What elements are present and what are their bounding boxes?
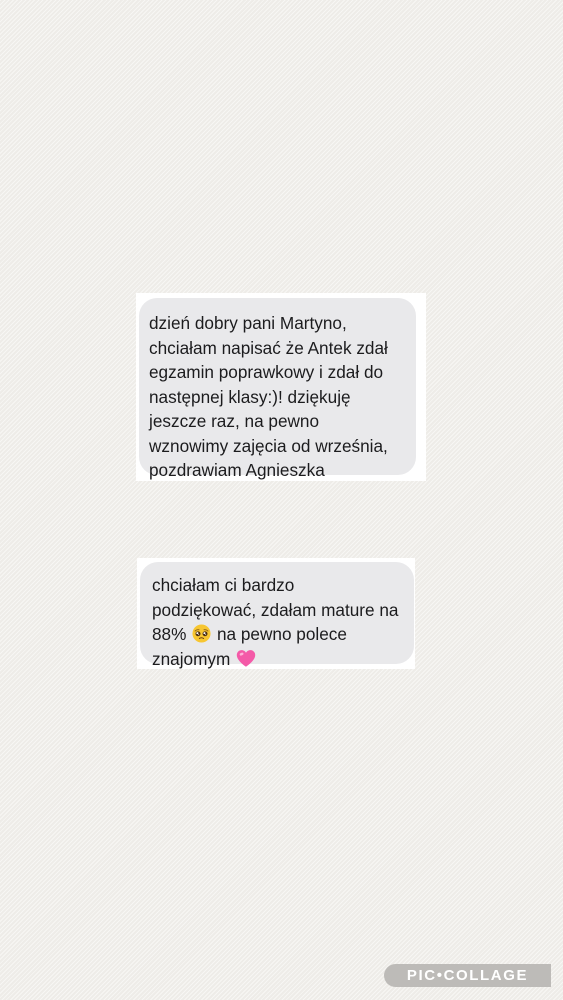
message-line: podziękować, zdałam mature na (152, 599, 399, 620)
message-screenshot-1: dzień dobry pani Martyno, chciałam napis… (136, 293, 426, 481)
message-line: chciałam ci bardzo (152, 575, 295, 595)
pink-heart-emoji-icon (236, 649, 256, 667)
message-text: na pewno polece (216, 624, 347, 644)
message-line: pozdrawiam Agnieszka (149, 460, 325, 480)
message-bubble: chciałam ci bardzo podziękować, zdałam m… (140, 562, 414, 669)
message-line: chciałam napisać że Antek zdał (149, 337, 388, 358)
pic-collage-watermark: PIC•COLLAGE (384, 964, 551, 987)
message-line: jeszcze raz, na pewno (149, 411, 320, 431)
message-line: dzień dobry pani Martyno, (149, 313, 347, 333)
message-line: następnej klasy:)! dziękuję (149, 386, 351, 407)
message-line: 88% na pewno polece (152, 622, 414, 647)
message-line: egzamin poprawkowy i zdał do (149, 362, 384, 382)
message-screenshot-2: chciałam ci bardzo podziękować, zdałam m… (137, 558, 415, 669)
message-line: wznowimy zajęcia od września, (149, 435, 388, 456)
pleading-face-emoji-icon (192, 624, 211, 643)
message-text: znajomym (152, 648, 231, 669)
message-line: znajomym (152, 647, 414, 672)
message-text: 88% (152, 624, 187, 644)
message-bubble: dzień dobry pani Martyno, chciałam napis… (139, 298, 416, 480)
